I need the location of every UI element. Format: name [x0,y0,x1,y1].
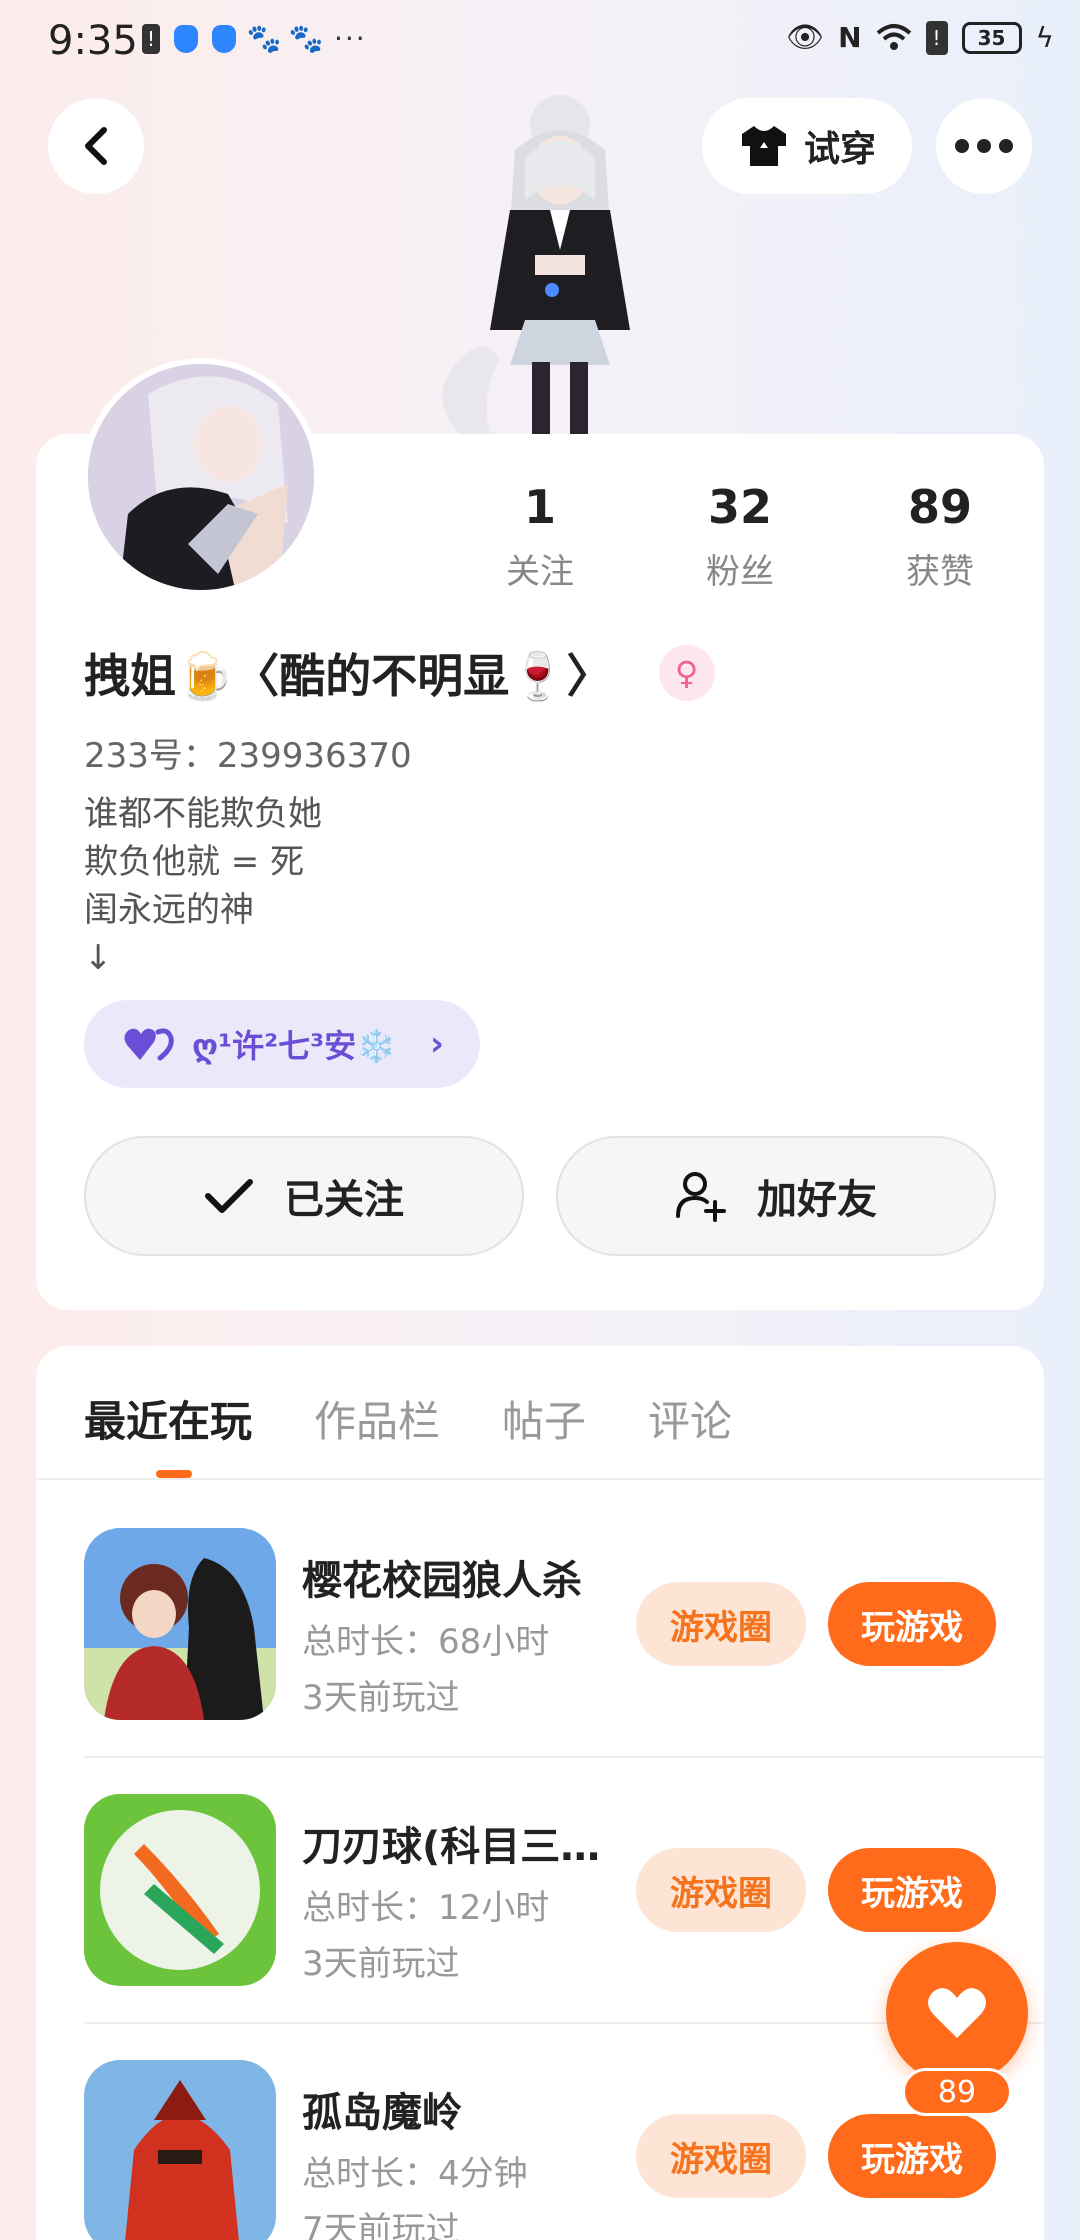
avatar[interactable] [82,358,320,596]
game-icon-blade-ball [84,1794,276,1986]
stat-label: 获赞 [906,552,974,592]
followed-label: 已关注 [284,1177,404,1223]
female-gender-icon: ♀ [658,645,715,701]
alert-icon: ! [142,23,160,54]
user-id: 233号：239936370 [84,736,412,776]
bio-line: 欺负他就 = 死 [84,842,305,882]
shield-icon [174,24,198,53]
game-circle-button[interactable]: 游戏圈 [636,1582,806,1666]
system-icons: 👁 N ! 35 ϟ [786,20,1054,55]
stat-label: 粉丝 [706,552,774,592]
relationship-name: ღ¹许²七³安❄️ [192,1027,396,1065]
game-duration: 总时长：12小时 [302,1888,550,1928]
like-count-badge: 89 [902,2068,1012,2116]
stat-fans[interactable]: 32 粉丝 [640,480,840,593]
profile-tabs: 最近在玩 作品栏 帖子 评论 [84,1388,732,1449]
bio-line: 闺永远的神 [84,890,254,930]
game-icon-island [84,2060,276,2240]
notification-icons: ! 🐾 🐾 ··· [142,22,367,55]
chevron-left-icon [85,127,107,165]
game-icon-sakura [84,1528,276,1720]
add-friend-button[interactable]: 加好友 [556,1136,996,1256]
eye-icon: 👁 [785,20,825,55]
couple-heart-icon [124,1028,174,1061]
game-title: 樱花校园狼人杀 [302,1558,582,1604]
chevron-right-icon: › [429,1024,444,1064]
play-game-button[interactable]: 玩游戏 [828,1848,996,1932]
play-game-button[interactable]: 玩游戏 [828,2114,996,2198]
profile-nickname-row: 拽姐🍺〈酷的不明显🍷〉 ♀ [84,640,715,706]
list-item[interactable]: 刀刃球(科目三… 总时长：12小时 3天前玩过 游戏圈 玩游戏 [84,1794,1044,1990]
heart-icon [928,1988,986,2038]
game-last-played: 3天前玩过 [302,1944,460,1984]
list-item[interactable]: 樱花校园狼人杀 总时长：68小时 3天前玩过 游戏圈 玩游戏 [84,1528,1044,1724]
try-on-button[interactable]: 试穿 [702,98,912,194]
shirt-icon [741,126,786,166]
check-icon [205,1179,253,1213]
status-time: 9:35 [48,18,138,64]
game-title: 孤岛魔岭 [302,2090,462,2136]
game-circle-button[interactable]: 游戏圈 [636,1848,806,1932]
profile-stats: 1 关注 32 粉丝 89 获赞 [440,480,1040,593]
game-duration: 总时长：4分钟 [302,2154,528,2194]
battery-icon: 35 [961,21,1022,54]
stat-label: 关注 [506,552,574,592]
character-figure [442,95,630,435]
stat-value: 1 [523,480,556,534]
stat-likes[interactable]: 89 获赞 [840,480,1040,593]
game-duration: 总时长：68小时 [302,1622,550,1662]
like-button[interactable] [886,1942,1028,2084]
game-title: 刀刃球(科目三… [302,1824,601,1870]
try-on-label: 试穿 [803,129,876,170]
shield-icon [212,24,236,53]
bio-line: 谁都不能欺负她 [84,794,322,834]
profile-bio: 谁都不能欺负她 欺负他就 = 死 闺永远的神 ↓ [84,790,322,982]
add-user-icon [676,1172,726,1222]
followed-button[interactable]: 已关注 [84,1136,524,1256]
baidu-paw-icon: 🐾 [288,22,324,55]
stat-following[interactable]: 1 关注 [440,480,640,593]
bio-line: ↓ [84,938,113,978]
tab-recently-played[interactable]: 最近在玩 [84,1388,252,1449]
tab-posts[interactable]: 帖子 [502,1388,586,1449]
add-friend-label: 加好友 [757,1177,877,1223]
tab-works[interactable]: 作品栏 [314,1388,440,1449]
wifi-icon [876,23,911,50]
tab-comments[interactable]: 评论 [648,1388,732,1449]
stat-value: 89 [907,480,972,534]
status-bar: 9:35 ! 🐾 🐾 ··· 👁 N ! 35 ϟ [0,0,1080,80]
alert-icon: ! [925,20,948,55]
more-options-button[interactable] [936,98,1032,194]
back-button[interactable] [48,98,144,194]
more-dots-icon: ··· [334,22,367,55]
relationship-pill[interactable]: ღ¹许²七³安❄️ › [84,1000,480,1088]
stat-value: 32 [707,480,772,534]
charging-icon: ϟ [1035,21,1054,54]
nickname: 拽姐🍺〈酷的不明显🍷〉 [84,649,613,703]
baidu-paw-icon: 🐾 [246,22,282,55]
game-circle-button[interactable]: 游戏圈 [636,2114,806,2198]
divider [84,1756,1044,1758]
game-last-played: 7天前玩过 [302,2210,460,2240]
divider [36,1478,1044,1480]
nfc-icon: N [838,21,862,54]
more-horizontal-icon [955,139,1013,153]
list-item[interactable]: 孤岛魔岭 总时长：4分钟 7天前玩过 游戏圈 玩游戏 [84,2060,1044,2240]
game-last-played: 3天前玩过 [302,1678,460,1718]
active-tab-indicator [156,1470,192,1478]
play-game-button[interactable]: 玩游戏 [828,1582,996,1666]
